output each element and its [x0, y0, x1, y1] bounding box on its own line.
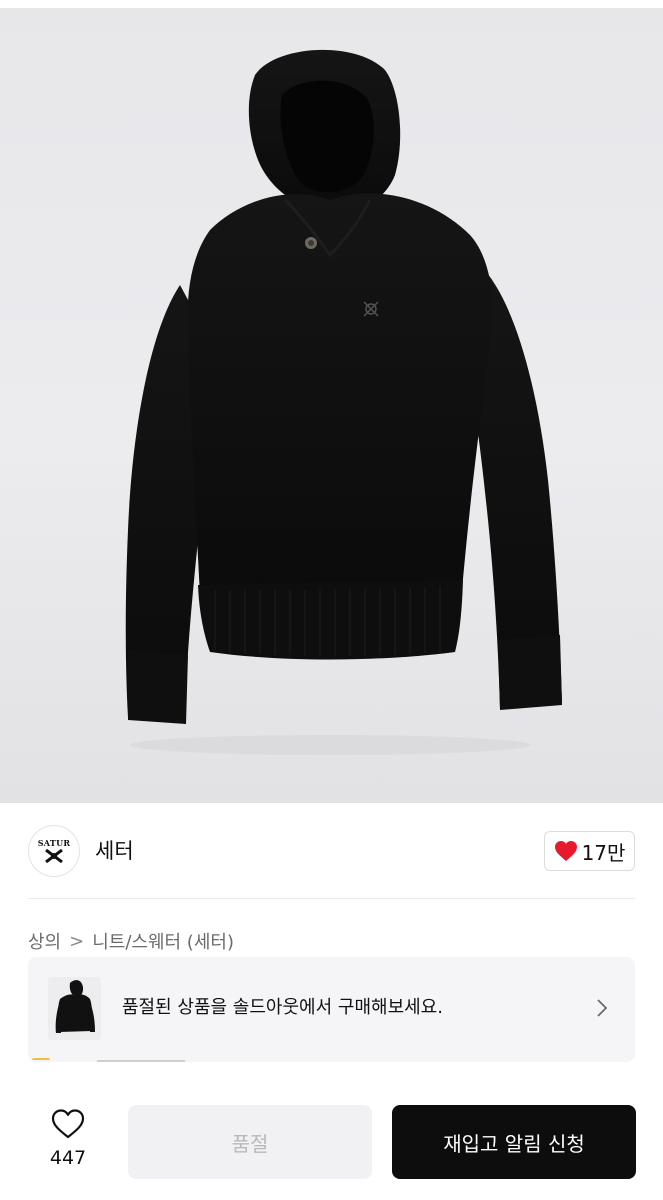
- divider: [28, 898, 635, 899]
- heart-filled-icon: [554, 841, 577, 861]
- soldout-button[interactable]: 품절: [128, 1105, 372, 1179]
- product-detail-page: SATUR 세터 17만 상의 > 니트/스웨터 (세터) 품절된 상품을 솔드…: [0, 0, 663, 1200]
- chevron-right-icon: [597, 999, 608, 1017]
- brand-logo[interactable]: SATUR: [28, 825, 80, 877]
- restock-alert-button[interactable]: 재입고 알림 신청: [392, 1105, 636, 1179]
- banner-text: 품절된 상품을 솔드아웃에서 구매해보세요.: [122, 997, 443, 1018]
- hoodie-photo: [125, 49, 562, 755]
- coupon-peek-icon: [32, 1058, 50, 1064]
- bottom-action-bar: 447 품절 재입고 알림 신청: [0, 1088, 663, 1200]
- brand-name[interactable]: 세터: [95, 837, 134, 865]
- peek-underline: [97, 1060, 185, 1062]
- brand-logo-text: SATUR: [37, 837, 71, 848]
- product-image[interactable]: [0, 0, 663, 803]
- wishlist-button[interactable]: 447: [40, 1108, 96, 1174]
- heart-outline-icon: [51, 1109, 85, 1139]
- breadcrumb-category[interactable]: 상의: [28, 928, 61, 954]
- breadcrumb: 상의 > 니트/스웨터 (세터): [28, 928, 234, 954]
- like-count: 17만: [581, 840, 626, 865]
- brand-row: SATUR 세터 17만: [0, 803, 663, 899]
- soldout-banner[interactable]: 품절된 상품을 솔드아웃에서 구매해보세요.: [28, 957, 635, 1062]
- breadcrumb-separator: >: [69, 930, 85, 952]
- banner-thumbnail: [48, 977, 101, 1040]
- brand-like-button[interactable]: 17만: [544, 831, 635, 871]
- wishlist-count: 447: [49, 1147, 87, 1169]
- breadcrumb-subcategory[interactable]: 니트/스웨터 (세터): [92, 928, 234, 954]
- logo-emblem-icon: [45, 848, 63, 863]
